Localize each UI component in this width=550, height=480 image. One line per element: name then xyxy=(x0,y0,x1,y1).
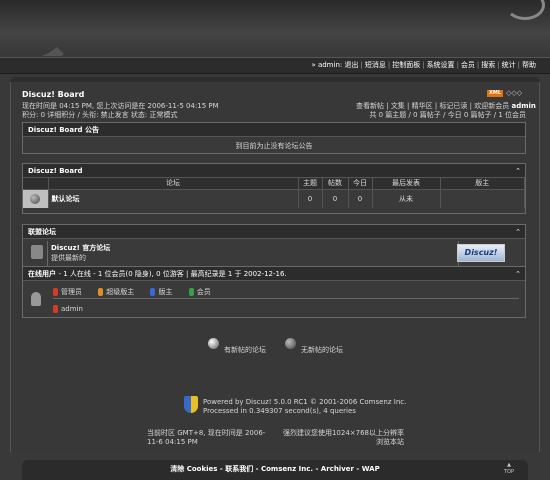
newest-member[interactable]: admin xyxy=(511,102,535,110)
affiliate-box: 联盟论坛 ⌃ Discuz! 官方论坛 提供最新的 Discuz! xyxy=(22,224,526,267)
legend-member: 会员 xyxy=(196,288,211,296)
footer-bar[interactable]: 清除 Cookies - 联系我们 - Comsenz Inc. - Archi… xyxy=(22,460,528,480)
user-group-legend: 管理员 超级版主 版主 会员 xyxy=(53,287,519,299)
nav-item-search[interactable]: 搜索 xyxy=(481,61,495,69)
table-row: 默认论坛 0 0 0 从未 xyxy=(23,188,525,208)
shield-logo-icon xyxy=(184,396,198,413)
col-posts: 帖数 xyxy=(322,178,349,189)
nav-username[interactable]: » admin: xyxy=(311,61,342,69)
admin-person-icon xyxy=(53,305,58,313)
legend-super-mod: 超级版主 xyxy=(106,288,135,296)
board-title[interactable]: Discuz! Board xyxy=(22,90,84,99)
banner-swirl-right xyxy=(505,0,545,20)
nav-item-help[interactable]: 帮助 xyxy=(522,61,536,69)
up-arrow-icon: ▲ xyxy=(507,462,511,468)
col-topics: 主题 xyxy=(298,178,323,189)
affiliate-title: 联盟论坛 xyxy=(28,228,56,236)
board-stats: 共 0 篇主题 / 0 篇帖子 / 今日 0 篇帖子 / 1 位会员 xyxy=(369,111,526,119)
link-mark-read[interactable]: 标记已读 xyxy=(439,102,467,110)
timezone-info: 当前时区 GMT+8, 现在时间是 2006-11-6 04:15 PM xyxy=(147,429,266,446)
online-summary: - 1 人在线 - 1 位会员(0 隐身), 0 位游客 | 最高纪录是 1 于… xyxy=(58,270,287,278)
nav-item-system-settings[interactable]: 系统设置 xyxy=(427,61,455,69)
legend-none: 无新帖的论坛 xyxy=(301,346,343,354)
forum-category-title[interactable]: Discuz! Board xyxy=(28,167,83,175)
link-welcome: 欢迎新会员 xyxy=(474,102,510,110)
affiliate-name[interactable]: Discuz! 官方论坛 xyxy=(51,243,458,253)
col-today: 今日 xyxy=(348,178,373,189)
admin-person-icon xyxy=(53,288,58,296)
online-users-box: 在线用户 - 1 人在线 - 1 位会员(0 隐身), 0 位游客 | 最高纪录… xyxy=(22,266,526,318)
forum-moderators xyxy=(440,188,525,208)
member-person-icon xyxy=(188,288,194,296)
affiliate-desc: 提供最新的 xyxy=(51,254,86,262)
collapse-icon[interactable]: ⌃ xyxy=(515,225,521,239)
nav-item-logout[interactable]: 退出 xyxy=(344,61,358,69)
resolution-tip: 强烈建议您使用1024×768以上分辨率浏览本站 xyxy=(282,429,404,446)
forum-posts: 0 xyxy=(322,188,349,208)
discuz-logo[interactable]: Discuz! xyxy=(457,244,505,262)
view-mode-icon[interactable]: ◇◇◇ xyxy=(506,89,522,97)
nav-item-messages[interactable]: 短消息 xyxy=(365,61,386,69)
header-banner xyxy=(0,0,550,56)
col-last-post: 最后发表 xyxy=(372,178,441,189)
credits-info: 积分: 0 详细积分 / 头衔: 禁止发言 状态: 正常模式 xyxy=(22,111,178,119)
announcement-title: Discuz! Board 公告 xyxy=(23,123,525,137)
legend-new: 有新帖的论坛 xyxy=(224,346,266,354)
forum-status-icon xyxy=(30,193,41,204)
mod-person-icon xyxy=(150,288,156,296)
nav-item-stats[interactable]: 统计 xyxy=(502,61,516,69)
forum-topics: 0 xyxy=(298,188,323,208)
top-label: TOP xyxy=(503,469,514,475)
online-title[interactable]: 在线用户 xyxy=(28,270,56,278)
nav-item-members[interactable]: 会员 xyxy=(461,61,475,69)
new-posts-icon xyxy=(208,338,219,349)
collapse-icon[interactable]: ⌃ xyxy=(515,267,521,281)
col-forum: 论坛 xyxy=(48,178,299,189)
col-moderators: 版主 xyxy=(440,178,525,189)
back-to-top[interactable]: ▲ TOP xyxy=(499,462,519,478)
no-new-posts-icon xyxy=(285,338,296,349)
rss-badge[interactable]: XML xyxy=(487,90,503,97)
announcement-box: Discuz! Board 公告 到目前为止没有论坛公告 xyxy=(22,122,526,154)
forum-name-link[interactable]: 默认论坛 xyxy=(48,188,299,208)
collapse-icon[interactable]: ⌃ xyxy=(515,164,521,178)
powered-by: Powered by Discuz! 5.0.0 RC1 © 2001-2006… xyxy=(203,398,407,406)
nav-item-control-panel[interactable]: 控制面板 xyxy=(392,61,420,69)
announcement-text: 到目前为止没有论坛公告 xyxy=(235,142,313,150)
online-user-icon xyxy=(31,292,41,306)
top-navigation: » admin: 退出 | 短消息 | 控制面板 | 系统设置 | 会员 | 搜索 | 统计 | 帮助 xyxy=(0,57,550,74)
online-user-admin[interactable]: admin xyxy=(61,305,83,313)
banner-swirl-left xyxy=(0,0,80,56)
forum-list: Discuz! Board ⌃ 论坛 主题 帖数 今日 最后发表 版主 默认论坛 … xyxy=(22,163,526,214)
link-digest[interactable]: 文集 xyxy=(391,102,405,110)
processed-info: Processed in 0.349307 second(s), 4 queri… xyxy=(203,407,356,415)
super-mod-person-icon xyxy=(98,288,104,296)
computer-icon xyxy=(31,245,43,259)
legend-admin: 管理员 xyxy=(61,288,82,296)
link-new-posts[interactable]: 查看新帖 xyxy=(356,102,384,110)
forum-today: 0 xyxy=(348,188,373,208)
forum-last-post: 从未 xyxy=(372,188,441,208)
link-elite[interactable]: 精华区 xyxy=(412,102,433,110)
legend-mod: 版主 xyxy=(158,288,173,296)
